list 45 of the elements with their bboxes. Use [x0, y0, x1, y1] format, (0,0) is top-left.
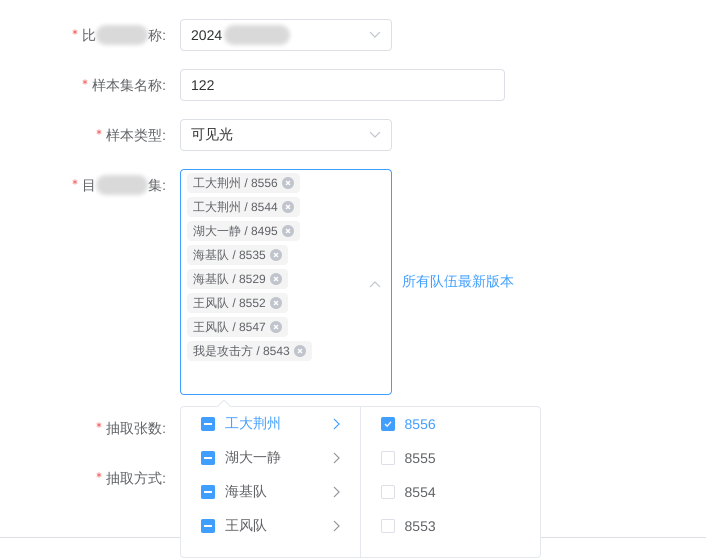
field-label: 目 — [82, 176, 96, 195]
cascader-item[interactable]: 海基队 — [181, 475, 360, 509]
checkbox[interactable] — [201, 519, 215, 533]
tag-label: 海基队 / 8529 — [193, 270, 266, 288]
tag-label: 王风队 / 8552 — [193, 294, 266, 312]
chevron-right-icon — [332, 486, 340, 498]
cascader-option[interactable]: 8553 — [360, 509, 540, 543]
close-icon[interactable] — [270, 249, 282, 261]
redaction-blur — [96, 25, 148, 45]
field-label: 抽取方式: — [106, 469, 166, 488]
close-icon[interactable] — [270, 321, 282, 333]
redaction-blur — [96, 175, 148, 195]
chevron-right-icon — [332, 452, 340, 464]
cascader-item[interactable]: 湖大一静 — [181, 441, 360, 475]
tag-label: 工大荆州 / 8556 — [193, 174, 278, 192]
tag-label: 湖大一静 / 8495 — [193, 222, 278, 240]
tag-label: 工大荆州 / 8544 — [193, 198, 278, 216]
input-field[interactable]: 122 — [180, 69, 505, 101]
field-label: 样本类型: — [106, 126, 166, 145]
cascader-option[interactable]: 8555 — [360, 441, 540, 475]
multi-select-field[interactable]: 工大荆州 / 8556 工大荆州 / 8544 湖大一静 / 8495 海基队 / 8535 海基队 / 8529 王风队 / 8552 王风队 / 8547 我是攻击方 / 8543 — [180, 169, 392, 395]
tag-label: 海基队 / 8535 — [193, 246, 266, 264]
close-icon[interactable] — [282, 225, 294, 237]
select-field[interactable]: 可见光 — [180, 119, 392, 151]
close-icon[interactable] — [270, 273, 282, 285]
close-icon[interactable] — [282, 201, 294, 213]
checkbox[interactable] — [201, 417, 215, 431]
tag-label: 王风队 / 8547 — [193, 318, 266, 336]
close-icon[interactable] — [282, 177, 294, 189]
checkbox[interactable] — [201, 451, 215, 465]
chevron-right-icon — [332, 418, 340, 430]
tag-label: 我是攻击方 / 8543 — [193, 342, 290, 360]
checkbox[interactable] — [380, 417, 394, 431]
cascader-item[interactable]: 王风队 — [181, 509, 360, 543]
chevron-right-icon — [332, 520, 340, 532]
field-label: 比 — [82, 26, 96, 45]
close-icon[interactable] — [294, 345, 306, 357]
cascader-option[interactable]: 8554 — [360, 475, 540, 509]
field-label: 称: — [148, 26, 166, 45]
field-label: 样本集名称: — [92, 76, 166, 95]
field-label: 抽取张数: — [106, 419, 166, 438]
select-field[interactable]: 2024 — [180, 19, 392, 51]
checkbox[interactable] — [201, 485, 215, 499]
field-label: 集: — [148, 176, 166, 195]
close-icon[interactable] — [270, 297, 282, 309]
